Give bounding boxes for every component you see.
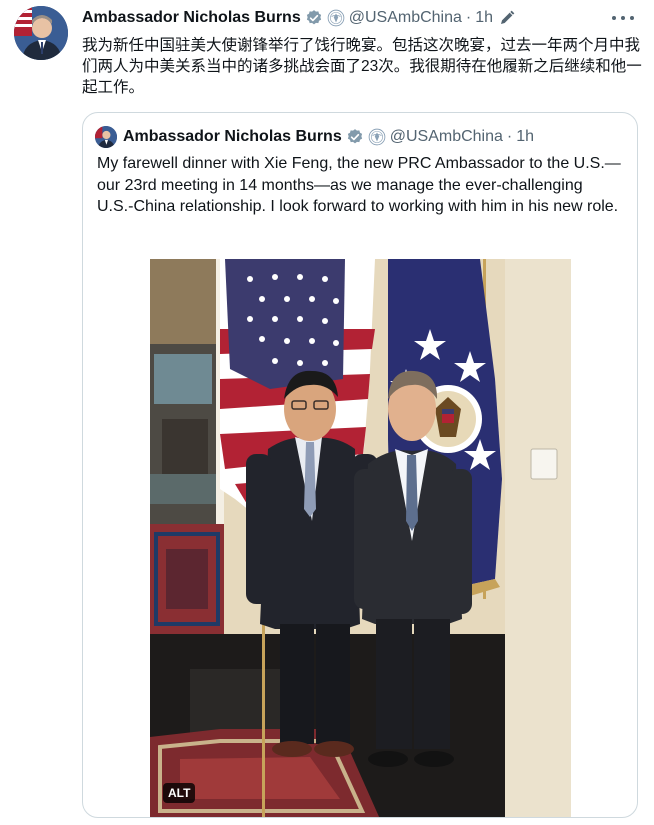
verified-badge-icon[interactable] [305,9,323,27]
tweet-text: 我为新任中国驻美大使谢锋举行了饯行晚宴。包括这次晚宴，过去一年两个月中我们两人为… [82,37,642,96]
quoted-avatar[interactable] [95,126,117,148]
quoted-tweet-text: My farewell dinner with Xie Feng, the ne… [97,155,621,215]
edit-pencil-icon[interactable] [499,10,515,26]
quoted-tweet-header: Ambassador Nicholas Burns @USAmbChina · … [95,126,534,148]
tweet-photo[interactable] [150,259,571,817]
tweet[interactable]: Ambassador Nicholas Burns @USAmbChina · … [0,0,654,825]
quoted-tweet[interactable]: Ambassador Nicholas Burns @USAmbChina · … [82,112,638,818]
timestamp[interactable]: 1h [475,9,493,27]
author-name[interactable]: Ambassador Nicholas Burns [82,9,301,27]
government-seal-icon [327,9,345,27]
tweet-header: Ambassador Nicholas Burns @USAmbChina · … [82,6,515,30]
separator-dot: · [506,128,513,145]
government-seal-icon [368,128,386,146]
alt-text-badge[interactable]: ALT [163,783,196,803]
more-options-icon[interactable] [612,10,634,26]
quoted-author-handle[interactable]: @USAmbChina [390,128,503,146]
author-handle[interactable]: @USAmbChina [349,9,462,27]
quoted-timestamp[interactable]: 1h [516,128,534,146]
avatar[interactable] [14,6,68,60]
separator-dot: · [465,9,472,26]
verified-badge-icon[interactable] [346,128,364,146]
quoted-author-name[interactable]: Ambassador Nicholas Burns [123,128,342,146]
